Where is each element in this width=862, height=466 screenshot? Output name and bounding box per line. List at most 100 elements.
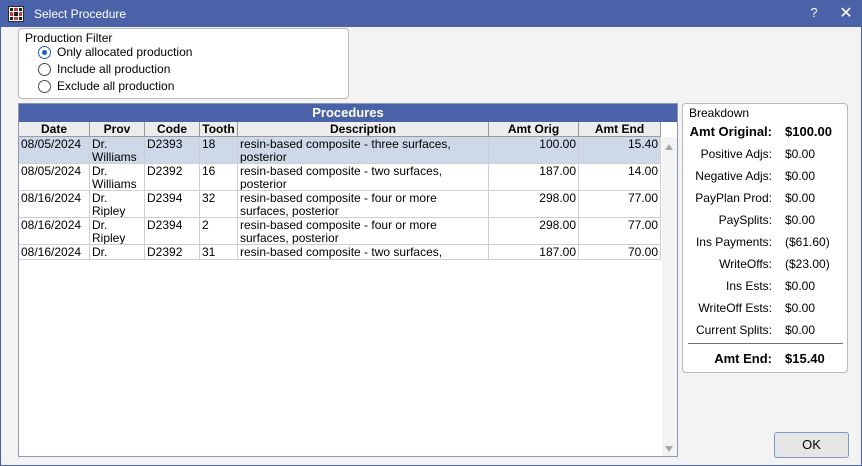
app-grid-icon (8, 6, 24, 22)
select-procedure-window: Select Procedure ? ✕ Production Filter O… (0, 0, 862, 466)
cell-date: 08/05/2024 (19, 137, 90, 163)
help-button[interactable]: ? (807, 5, 821, 23)
cell-date: 08/16/2024 (19, 191, 90, 217)
breakdown-label: Amt Original: (689, 124, 772, 139)
window-title: Select Procedure (34, 7, 127, 21)
breakdown-amt-original: Amt Original: $100.00 (683, 124, 849, 140)
breakdown-paysplits: PaySplits: $0.00 (683, 213, 849, 229)
breakdown-label: PaySplits: (718, 213, 772, 227)
breakdown-negative-adjs: Negative Adjs: $0.00 (683, 169, 849, 185)
breakdown-title: Breakdown (689, 106, 750, 120)
radio-label: Include all production (57, 62, 171, 76)
ok-button[interactable]: OK (774, 432, 849, 458)
cell-description: resin-based composite - two surfaces, po… (238, 164, 489, 190)
cell-amt-orig: 187.00 (489, 245, 579, 259)
breakdown-value: $0.00 (785, 279, 816, 293)
cell-description: resin-based composite - three surfaces, … (238, 137, 489, 163)
production-filter-group: Production Filter Only allocated product… (18, 28, 349, 99)
breakdown-label: Ins Ests: (725, 279, 772, 293)
column-header-date[interactable]: Date (19, 122, 90, 137)
breakdown-label: Ins Payments: (695, 235, 772, 249)
cell-tooth: 31 (200, 245, 238, 259)
radio-only-allocated[interactable]: Only allocated production (38, 44, 192, 60)
cell-code: D2392 (145, 245, 200, 259)
column-header-code[interactable]: Code (145, 122, 200, 137)
grid-header: Date Prov Code Tooth Description Amt Ori… (19, 122, 661, 137)
breakdown-amt-end: Amt End: $15.40 (683, 351, 849, 367)
cell-amt-orig: 298.00 (489, 218, 579, 244)
production-filter-title: Production Filter (25, 31, 113, 45)
breakdown-positive-adjs: Positive Adjs: $0.00 (683, 147, 849, 163)
breakdown-payplan-prod: PayPlan Prod: $0.00 (683, 191, 849, 207)
breakdown-divider (688, 343, 843, 344)
cell-prov: Dr. Ripley (90, 245, 145, 259)
cell-amt-end: 15.40 (579, 137, 661, 163)
breakdown-value: $0.00 (785, 301, 816, 315)
cell-code: D2392 (145, 164, 200, 190)
cell-date: 08/16/2024 (19, 245, 90, 259)
cell-prov: Dr. Ripley (90, 191, 145, 217)
radio-exclude-all[interactable]: Exclude all production (38, 78, 174, 94)
cell-amt-orig: 100.00 (489, 137, 579, 163)
table-row[interactable]: 08/05/2024 Dr. Williams D2393 18 resin-b… (19, 137, 661, 164)
cell-amt-orig: 187.00 (489, 164, 579, 190)
cell-date: 08/05/2024 (19, 164, 90, 190)
radio-button-icon[interactable] (38, 62, 51, 76)
cell-code: D2393 (145, 137, 200, 163)
cell-amt-end: 77.00 (579, 191, 661, 217)
breakdown-total-label: Amt End: (714, 351, 772, 366)
cell-amt-end: 70.00 (579, 245, 661, 259)
breakdown-ins-payments: Ins Payments: ($61.60) (683, 235, 849, 251)
column-header-amt-orig[interactable]: Amt Orig (489, 122, 579, 137)
table-row[interactable]: 08/16/2024 Dr. Ripley D2394 32 resin-bas… (19, 191, 661, 218)
cell-tooth: 32 (200, 191, 238, 217)
cell-amt-end: 14.00 (579, 164, 661, 190)
radio-label: Exclude all production (57, 79, 175, 93)
cell-prov: Dr. Williams (90, 164, 145, 190)
procedures-grid[interactable]: Procedures Date Prov Code Tooth Descript… (18, 103, 678, 457)
title-bar: Select Procedure ? ✕ (1, 1, 861, 27)
radio-include-all[interactable]: Include all production (38, 61, 170, 77)
vertical-scrollbar[interactable] (662, 137, 677, 456)
radio-button-icon[interactable] (38, 45, 51, 59)
cell-amt-end: 77.00 (579, 218, 661, 244)
breakdown-value: $100.00 (785, 124, 832, 139)
column-header-amt-end[interactable]: Amt End (579, 122, 661, 137)
table-row[interactable]: 08/16/2024 Dr. Ripley D2394 2 resin-base… (19, 218, 661, 245)
breakdown-label: Current Splits: (695, 323, 772, 337)
breakdown-value: $0.00 (785, 213, 816, 227)
breakdown-value: ($61.60) (785, 235, 830, 249)
breakdown-value: $0.00 (785, 169, 816, 183)
breakdown-writeoffs: WriteOffs: ($23.00) (683, 257, 849, 273)
cell-tooth: 18 (200, 137, 238, 163)
breakdown-label: Negative Adjs: (695, 169, 772, 183)
radio-button-icon[interactable] (38, 79, 51, 93)
breakdown-value: $0.00 (785, 191, 816, 205)
column-header-tooth[interactable]: Tooth (200, 122, 238, 137)
scroll-down-arrow-icon[interactable] (665, 446, 673, 452)
breakdown-value: $0.00 (785, 147, 816, 161)
column-header-prov[interactable]: Prov (90, 122, 145, 137)
radio-label: Only allocated production (57, 45, 193, 59)
breakdown-label: WriteOff Ests: (698, 301, 772, 315)
cell-date: 08/16/2024 (19, 218, 90, 244)
cell-tooth: 16 (200, 164, 238, 190)
cell-code: D2394 (145, 218, 200, 244)
cell-tooth: 2 (200, 218, 238, 244)
table-row[interactable]: 08/16/2024 Dr. Ripley D2392 31 resin-bas… (19, 245, 661, 260)
scroll-up-arrow-icon[interactable] (665, 144, 673, 150)
breakdown-ins-ests: Ins Ests: $0.00 (683, 279, 849, 295)
column-header-description[interactable]: Description (238, 122, 489, 137)
cell-amt-orig: 298.00 (489, 191, 579, 217)
cell-description: resin-based composite - four or more sur… (238, 218, 489, 244)
breakdown-label: WriteOffs: (719, 257, 772, 271)
cell-code: D2394 (145, 191, 200, 217)
breakdown-value: ($23.00) (785, 257, 830, 271)
cell-description: resin-based composite - four or more sur… (238, 191, 489, 217)
breakdown-label: Positive Adjs: (700, 147, 772, 161)
cell-prov: Dr. Williams (90, 137, 145, 163)
table-row[interactable]: 08/05/2024 Dr. Williams D2392 16 resin-b… (19, 164, 661, 191)
breakdown-value: $0.00 (785, 323, 816, 337)
breakdown-current-splits: Current Splits: $0.00 (683, 323, 849, 339)
close-button[interactable]: ✕ (837, 3, 855, 23)
